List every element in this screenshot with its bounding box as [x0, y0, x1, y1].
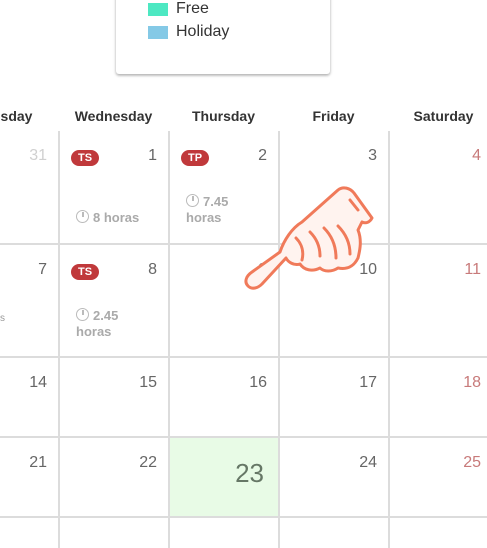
hours-info: 8 horas	[76, 210, 139, 226]
event-badge-ts[interactable]: TS	[71, 150, 100, 166]
day-cell[interactable]: 11	[390, 245, 487, 358]
holiday-swatch	[148, 25, 168, 39]
legend-free-label: Free	[176, 0, 209, 17]
weekday-header: sday Wednesday Thursday Friday Saturday	[0, 108, 487, 130]
day-number: 2	[258, 147, 267, 164]
day-cell[interactable]: 31	[0, 131, 60, 245]
day-cell[interactable]	[170, 518, 280, 548]
clock-icon	[76, 308, 89, 321]
day-cell[interactable]: 21	[0, 438, 60, 518]
day-number: 31	[29, 147, 47, 164]
day-cell[interactable]: 4	[390, 131, 487, 245]
day-number: 25	[463, 454, 481, 471]
day-cell[interactable]	[0, 518, 60, 548]
hours-info: 7.45 horas	[186, 194, 228, 226]
day-cell[interactable]: 17	[280, 358, 390, 438]
legend-holiday-label: Holiday	[176, 23, 230, 40]
legend-item-free: Free	[148, 0, 209, 18]
cut-off-label: s	[0, 313, 5, 324]
event-badge-tp[interactable]: TP	[181, 150, 210, 166]
hours-value: 7.45	[203, 194, 229, 209]
day-cell[interactable]: TS 1 8 horas	[60, 131, 170, 245]
day-number: 4	[472, 147, 481, 164]
day-number: 14	[29, 374, 47, 391]
event-badge-ts[interactable]: TS	[71, 264, 100, 280]
weekday-thursday: Thursday	[191, 108, 255, 124]
day-number: 21	[29, 454, 47, 471]
day-number: 17	[359, 374, 377, 391]
day-number-today: 23	[235, 458, 264, 488]
hours-unit: horas	[186, 210, 222, 225]
day-number: 3	[368, 147, 377, 164]
day-number: 22	[139, 454, 157, 471]
free-swatch	[148, 2, 168, 16]
day-cell[interactable]: 24	[280, 438, 390, 518]
day-cell[interactable]	[280, 518, 390, 548]
pointing-hand-icon	[244, 186, 374, 290]
day-number: 1	[148, 147, 157, 164]
day-cell[interactable]: 22	[60, 438, 170, 518]
day-cell[interactable]: 16	[170, 358, 280, 438]
hours-unit: horas	[76, 324, 112, 339]
legend-item-holiday: Holiday	[148, 23, 229, 41]
day-cell[interactable]: 7	[0, 245, 60, 358]
day-number: 15	[139, 374, 157, 391]
legend-panel: Free Holiday	[116, 0, 330, 74]
day-number: 11	[464, 261, 481, 278]
day-number: 8	[148, 261, 157, 278]
day-cell[interactable]: 15	[60, 358, 170, 438]
day-cell[interactable]: 18	[390, 358, 487, 438]
weekday-saturday: Saturday	[413, 108, 474, 124]
day-cell[interactable]: TS 8 2.45 horas	[60, 245, 170, 358]
day-cell[interactable]: 14	[0, 358, 60, 438]
day-number: 18	[463, 374, 481, 391]
day-number: 7	[38, 261, 47, 278]
day-cell-today[interactable]: 23	[170, 438, 280, 518]
day-number: 16	[249, 374, 267, 391]
hours-info: 2.45 horas	[76, 308, 118, 340]
clock-icon	[76, 210, 89, 223]
clock-icon	[186, 194, 199, 207]
day-number: 24	[359, 454, 377, 471]
day-cell[interactable]	[60, 518, 170, 548]
weekday-friday: Friday	[312, 108, 355, 124]
hours-value: 2.45	[93, 308, 119, 323]
hours-text: 8 horas	[93, 210, 140, 225]
day-cell[interactable]: 25	[390, 438, 487, 518]
weekday-wednesday: Wednesday	[74, 108, 153, 124]
